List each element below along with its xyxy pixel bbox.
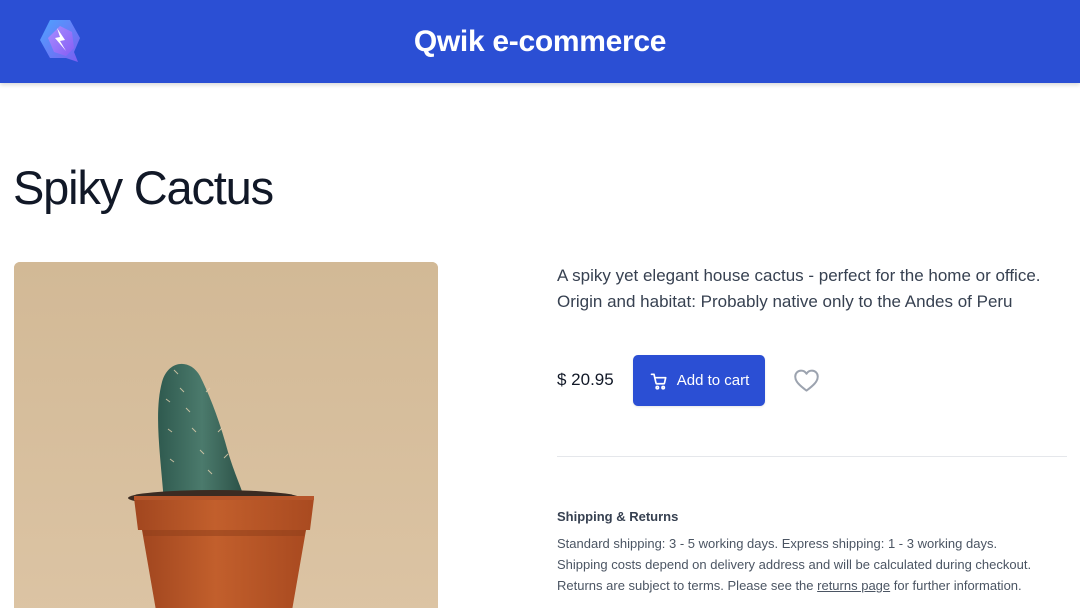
product-title: Spiky Cactus [13,161,274,214]
product-image [14,262,438,608]
returns-text-post: for further information. [890,578,1022,593]
section-divider [557,456,1067,457]
returns-page-link[interactable]: returns page [817,578,890,593]
product-price: $ 20.95 [557,370,614,389]
add-to-cart-button[interactable]: Add to cart [633,355,765,406]
description-line: Origin and habitat: Probably native only… [557,292,1013,311]
shopping-cart-icon [649,371,669,391]
product-description: A spiky yet elegant house cactus - perfe… [557,263,1077,315]
site-title[interactable]: Qwik e-commerce [0,0,1080,83]
heart-icon[interactable] [793,368,820,393]
returns-line: Returns are subject to terms. Please see… [557,575,1077,596]
top-header: Qwik e-commerce [0,0,1080,83]
shipping-line: Shipping costs depend on delivery addres… [557,557,1032,572]
add-to-cart-label: Add to cart [676,372,750,389]
shipping-returns-text: Standard shipping: 3 - 5 working days. E… [557,533,1077,596]
description-line: A spiky yet elegant house cactus - perfe… [557,266,1041,285]
returns-text-pre: Returns are subject to terms. Please see… [557,578,818,593]
shipping-line: Standard shipping: 3 - 5 working days. E… [557,536,998,551]
shipping-returns-title: Shipping & Returns [557,509,679,524]
